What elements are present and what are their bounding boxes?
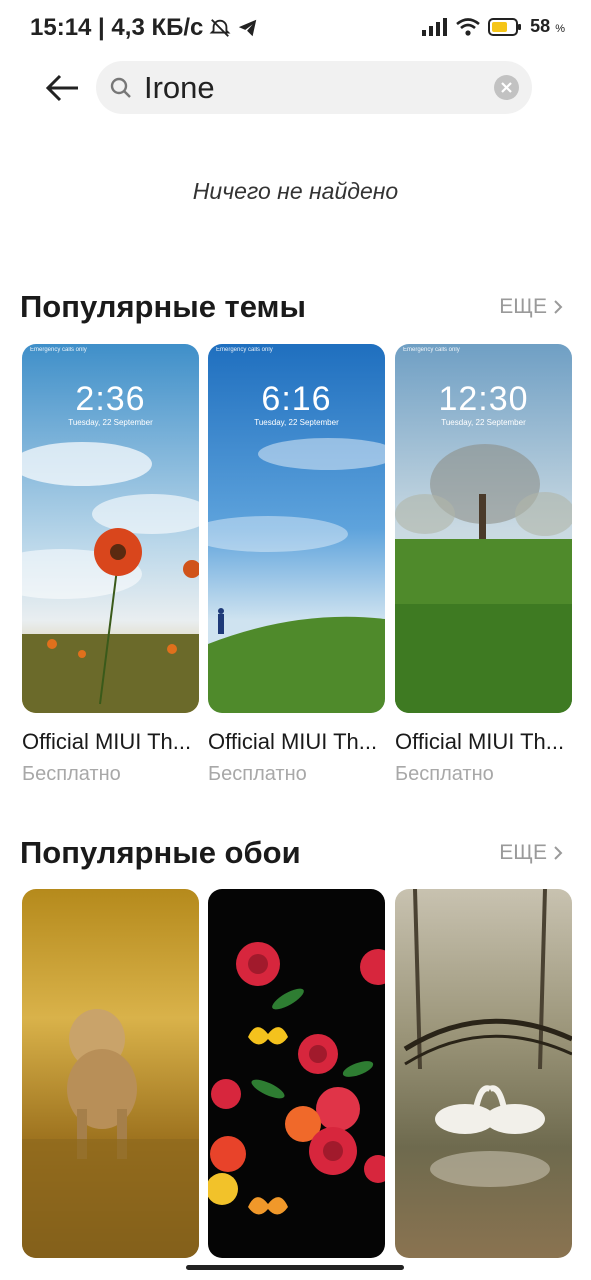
back-button[interactable] xyxy=(44,70,84,106)
theme-card[interactable]: Emergency calls only 12:30 Tuesday, 22 S… xyxy=(395,344,572,786)
empty-result-message: Ничего не найдено xyxy=(192,178,399,204)
wifi-icon xyxy=(456,17,480,36)
chevron-right-icon xyxy=(554,846,563,860)
battery-level: 58 % xyxy=(530,16,565,36)
wallpaper-card[interactable] xyxy=(208,889,385,1258)
wallpapers-more-link[interactable]: ЕЩЕ xyxy=(499,841,563,865)
wallpaper-card[interactable] xyxy=(22,889,199,1258)
lock-date: Tuesday, 22 September xyxy=(68,418,153,427)
lock-date: Tuesday, 22 September xyxy=(254,418,339,427)
status-time: 15:14 | 4,3 КБ/с xyxy=(30,14,259,42)
theme-preview: Emergency calls only 2:36 Tuesday, 22 Se… xyxy=(22,344,199,713)
theme-price: Бесплатно xyxy=(395,763,494,785)
status-time-speed: 15:14 | 4,3 КБ/с xyxy=(30,14,204,41)
themes-section-title: Популярные темы xyxy=(20,289,306,324)
lock-time: 6:16 xyxy=(261,380,332,418)
home-indicator[interactable] xyxy=(186,1265,404,1270)
status-bar: 15:14 | 4,3 КБ/с 58 % xyxy=(0,0,591,56)
search-input[interactable] xyxy=(144,69,474,107)
theme-preview: Emergency calls only 12:30 Tuesday, 22 S… xyxy=(395,344,572,713)
theme-preview: Emergency calls only 6:16 Tuesday, 22 Se… xyxy=(208,344,385,713)
lock-time: 2:36 xyxy=(75,380,146,418)
swans-bridge-image xyxy=(395,889,572,1258)
wallpaper-card[interactable] xyxy=(395,889,572,1258)
theme-card[interactable]: Emergency calls only 6:16 Tuesday, 22 Se… xyxy=(208,344,385,786)
theme-price: Бесплатно xyxy=(208,763,307,785)
clear-search-button[interactable] xyxy=(494,75,519,100)
telegram-icon xyxy=(239,19,257,37)
theme-price: Бесплатно xyxy=(22,763,121,785)
search-box[interactable] xyxy=(96,61,532,114)
wallpapers-section-title: Популярные обои xyxy=(20,835,301,870)
theme-title: Official MIUI Th... xyxy=(395,729,565,754)
theme-title: Official MIUI Th... xyxy=(22,729,192,754)
themes-more-link[interactable]: ЕЩЕ xyxy=(499,295,563,319)
battery-icon xyxy=(488,17,522,36)
lioness-image xyxy=(22,889,199,1258)
wallpapers-more-label: ЕЩЕ xyxy=(499,841,547,864)
theme-card[interactable]: Emergency calls only 2:36 Tuesday, 22 Se… xyxy=(22,344,199,786)
alarm-off-icon xyxy=(209,19,231,37)
arrow-left-icon xyxy=(45,74,78,102)
roses-image xyxy=(208,889,385,1258)
signal-icon xyxy=(422,17,448,36)
chevron-right-icon xyxy=(554,300,563,314)
status-indicators: 58 % xyxy=(422,16,565,37)
theme-title: Official MIUI Th... xyxy=(208,729,378,754)
search-icon xyxy=(110,77,131,98)
lock-date: Tuesday, 22 September xyxy=(441,418,526,427)
themes-more-label: ЕЩЕ xyxy=(499,295,547,318)
lock-time: 12:30 xyxy=(438,380,529,418)
close-icon xyxy=(501,82,512,93)
